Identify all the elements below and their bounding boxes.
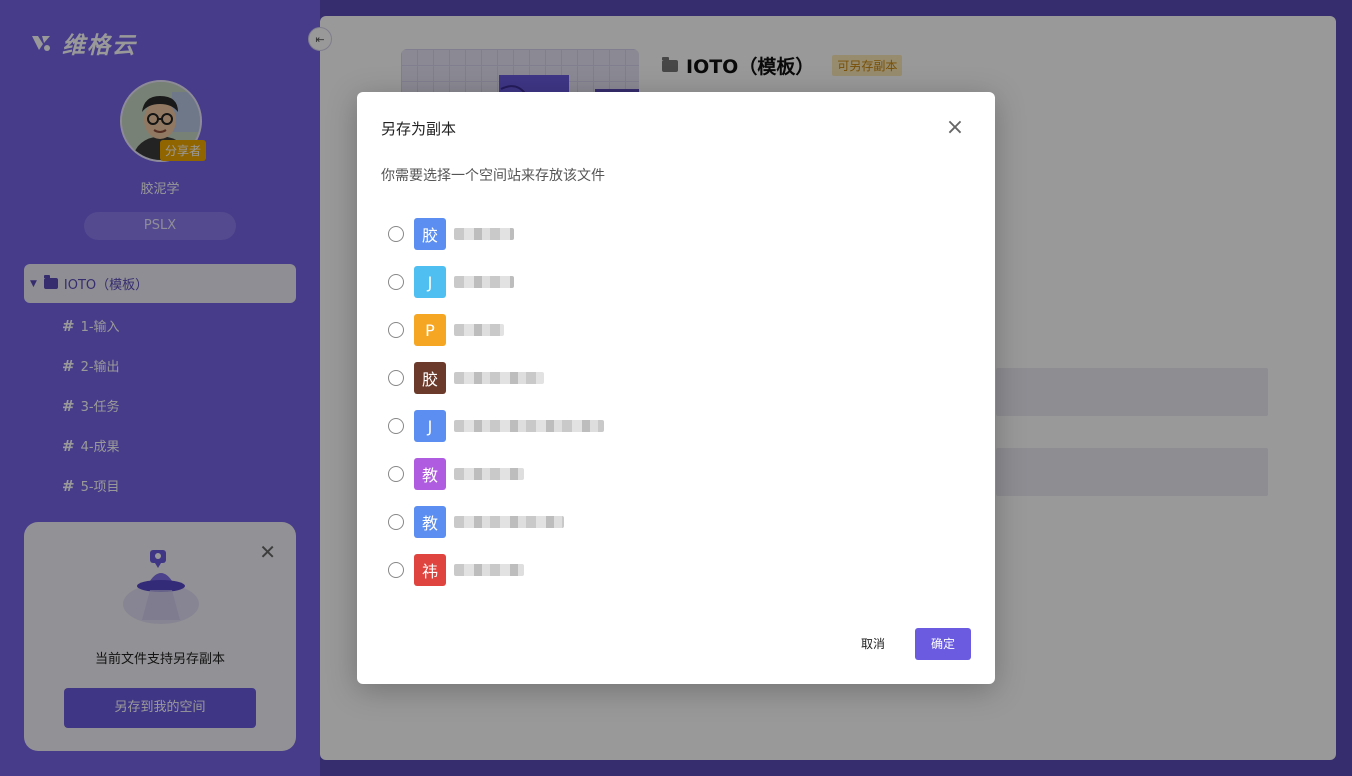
cancel-button[interactable]: 取消	[855, 628, 891, 660]
space-avatar: 胶	[414, 218, 446, 250]
close-icon[interactable]: ×	[945, 117, 965, 139]
space-name: █████████	[454, 372, 544, 384]
radio-button[interactable]	[388, 226, 404, 242]
radio-button[interactable]	[388, 514, 404, 530]
radio-button[interactable]	[388, 274, 404, 290]
radio-button[interactable]	[388, 370, 404, 386]
space-avatar: 祎	[414, 554, 446, 586]
space-name: ██████	[454, 276, 514, 288]
space-avatar: P	[414, 314, 446, 346]
space-option[interactable]: 教 ███████	[388, 458, 524, 490]
space-option[interactable]: 胶 ██████	[388, 218, 514, 250]
dialog-description: 你需要选择一个空间站来存放该文件	[381, 168, 605, 184]
dialog-title: 另存为副本	[381, 120, 457, 138]
save-as-copy-dialog: 另存为副本 × 你需要选择一个空间站来存放该文件 胶 ██████ J ████…	[357, 92, 995, 684]
space-name: ███████████████	[454, 420, 604, 432]
radio-button[interactable]	[388, 418, 404, 434]
space-avatar: 教	[414, 458, 446, 490]
space-avatar: 教	[414, 506, 446, 538]
radio-button[interactable]	[388, 562, 404, 578]
radio-button[interactable]	[388, 322, 404, 338]
space-name: ███████	[454, 564, 524, 576]
space-option[interactable]: 教 ███████████	[388, 506, 564, 538]
space-name: ███████	[454, 468, 524, 480]
space-option[interactable]: J ███████████████	[388, 410, 604, 442]
confirm-button[interactable]: 确定	[915, 628, 971, 660]
space-avatar: J	[414, 410, 446, 442]
space-option[interactable]: 胶 █████████	[388, 362, 544, 394]
space-option[interactable]: J ██████	[388, 266, 514, 298]
space-option[interactable]: P █████	[388, 314, 504, 346]
space-name: ███████████	[454, 516, 564, 528]
space-option[interactable]: 祎 ███████	[388, 554, 524, 586]
space-name: ██████	[454, 228, 514, 240]
space-name: █████	[454, 324, 504, 336]
space-avatar: J	[414, 266, 446, 298]
space-avatar: 胶	[414, 362, 446, 394]
radio-button[interactable]	[388, 466, 404, 482]
